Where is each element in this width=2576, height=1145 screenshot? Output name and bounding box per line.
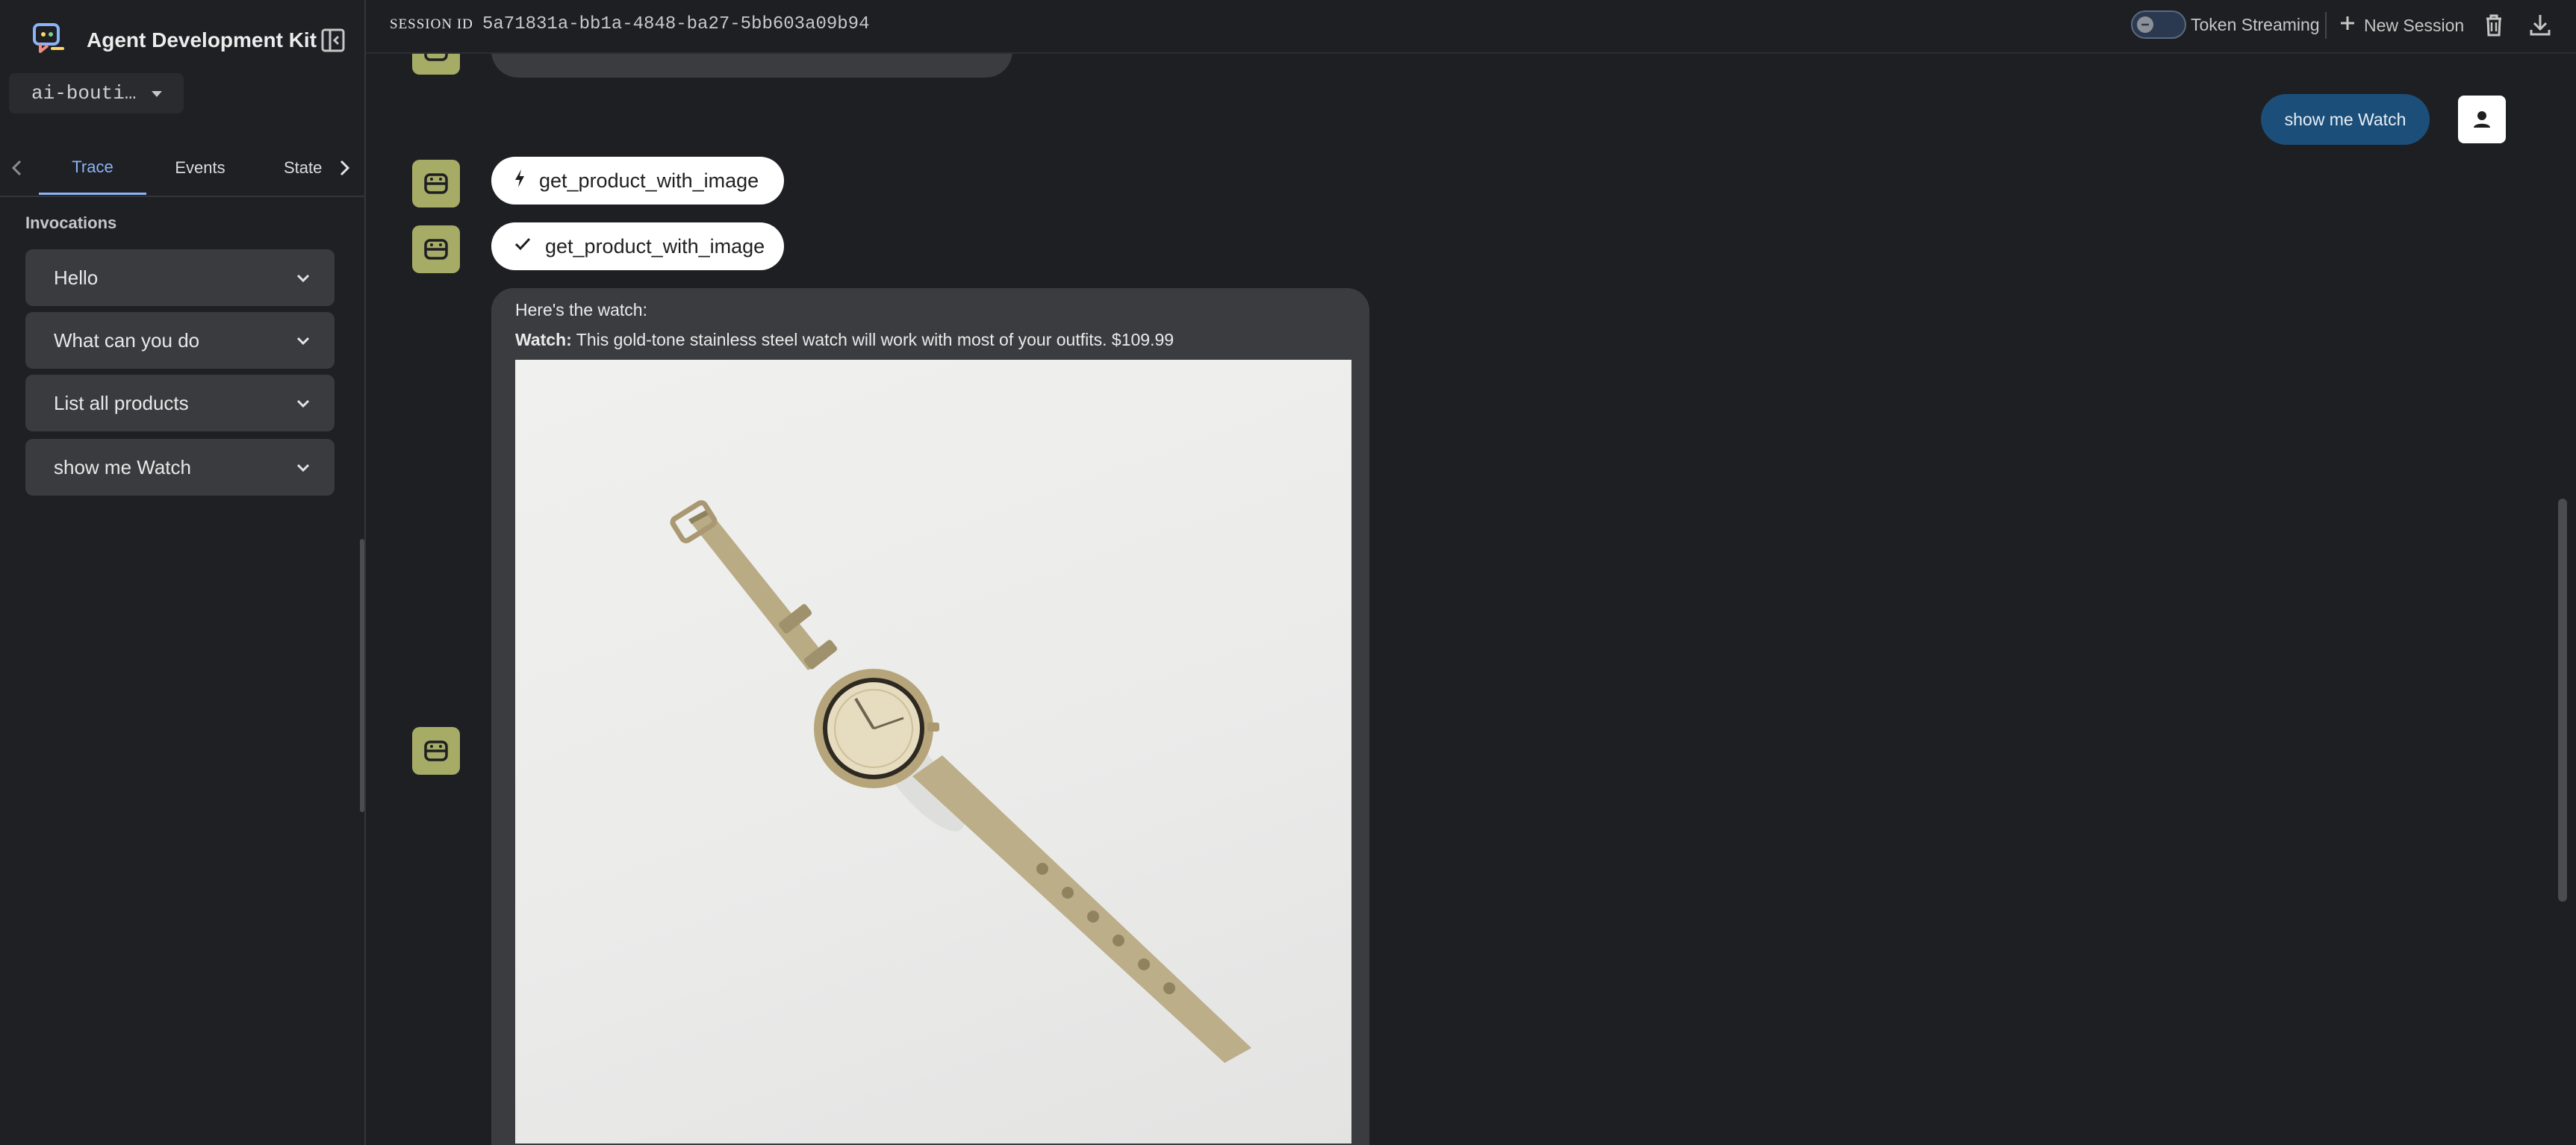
toggle-knob <box>2137 16 2153 33</box>
tab-events[interactable]: Events <box>154 142 246 194</box>
chevron-right-icon[interactable] <box>333 157 355 179</box>
bot-avatar <box>412 160 460 208</box>
dropdown-arrow-icon <box>149 87 164 105</box>
invocation-item[interactable]: What can you do <box>25 312 335 369</box>
bot-avatar <box>412 727 460 775</box>
tab-trace[interactable]: Trace <box>39 142 146 195</box>
plus-icon <box>2339 14 2356 37</box>
session-id-label: SESSION ID <box>390 16 473 32</box>
tab-label: Trace <box>72 157 113 176</box>
app-title: Agent Development Kit <box>87 28 317 52</box>
chevron-down-icon <box>294 331 312 353</box>
toolbar-divider <box>2325 12 2327 39</box>
watch-image-icon <box>670 500 1251 1063</box>
top-toolbar: SESSION ID 5a71831a-bb1a-4848-ba27-5bb60… <box>366 0 2576 54</box>
bolt-icon <box>514 169 526 193</box>
check-icon <box>514 235 532 258</box>
chevron-down-icon <box>294 269 312 290</box>
sidebar-tabs: Trace Events State <box>0 142 364 197</box>
user-avatar <box>2458 96 2506 143</box>
sidebar-scrollbar[interactable] <box>360 539 364 812</box>
sidebar: Agent Development Kit ai-bouti… Trace Ev… <box>0 0 366 1145</box>
download-icon[interactable] <box>2525 10 2555 40</box>
token-streaming-label: Token Streaming <box>2191 15 2320 34</box>
invocation-item[interactable]: Hello <box>25 249 335 306</box>
invocation-label: show me Watch <box>54 455 191 478</box>
previous-message-bubble <box>491 54 1012 78</box>
app-selector[interactable]: ai-bouti… <box>9 73 184 113</box>
function-call-chip[interactable]: get_product_with_image <box>491 157 784 205</box>
product-image <box>515 360 1351 1144</box>
user-message-bubble: show me Watch <box>2261 94 2430 145</box>
delete-session-icon[interactable] <box>2479 10 2509 40</box>
invocation-label: List all products <box>54 391 189 414</box>
collapse-sidebar-icon[interactable] <box>317 24 349 57</box>
session-id-value: 5a71831a-bb1a-4848-ba27-5bb603a09b94 <box>482 14 870 34</box>
user-message-text: show me Watch <box>2284 109 2407 129</box>
invocation-label: Hello <box>54 266 99 289</box>
invocations-heading: Invocations <box>25 213 117 232</box>
product-description: This gold-tone stainless steel watch wil… <box>571 330 1175 349</box>
bot-avatar <box>412 225 460 273</box>
brand: Agent Development Kit <box>30 18 317 63</box>
chat-area: show me Watch get_product_with_image get… <box>366 54 2554 1145</box>
agent-message-intro: Here's the watch: <box>515 300 647 319</box>
invocation-item[interactable]: List all products <box>25 375 335 431</box>
agent-message-bubble: Here's the watch: Watch: This gold-tone … <box>491 288 1369 1145</box>
new-session-label: New Session <box>2364 15 2465 35</box>
agent-message-product: Watch: This gold-tone stainless steel wa… <box>515 330 1174 350</box>
tab-label: State <box>284 158 323 177</box>
tab-state[interactable]: State <box>284 142 335 194</box>
function-response-name: get_product_with_image <box>545 234 765 258</box>
invocation-label: What can you do <box>54 328 200 352</box>
function-call-name: get_product_with_image <box>539 169 759 192</box>
chevron-left-icon[interactable] <box>6 157 28 179</box>
bot-avatar <box>412 54 460 75</box>
function-response-chip[interactable]: get_product_with_image <box>491 222 784 270</box>
invocation-item[interactable]: show me Watch <box>25 439 335 496</box>
chevron-down-icon <box>294 394 312 416</box>
chevron-down-icon <box>294 458 312 480</box>
tab-label: Events <box>175 158 225 177</box>
new-session-button[interactable]: New Session <box>2339 10 2464 40</box>
chat-scrollbar[interactable] <box>2558 499 2567 902</box>
app-selector-value: ai-bouti… <box>31 82 137 104</box>
token-streaming-toggle[interactable] <box>2131 10 2186 39</box>
adk-logo-icon <box>30 22 67 59</box>
product-name: Watch: <box>515 330 572 349</box>
